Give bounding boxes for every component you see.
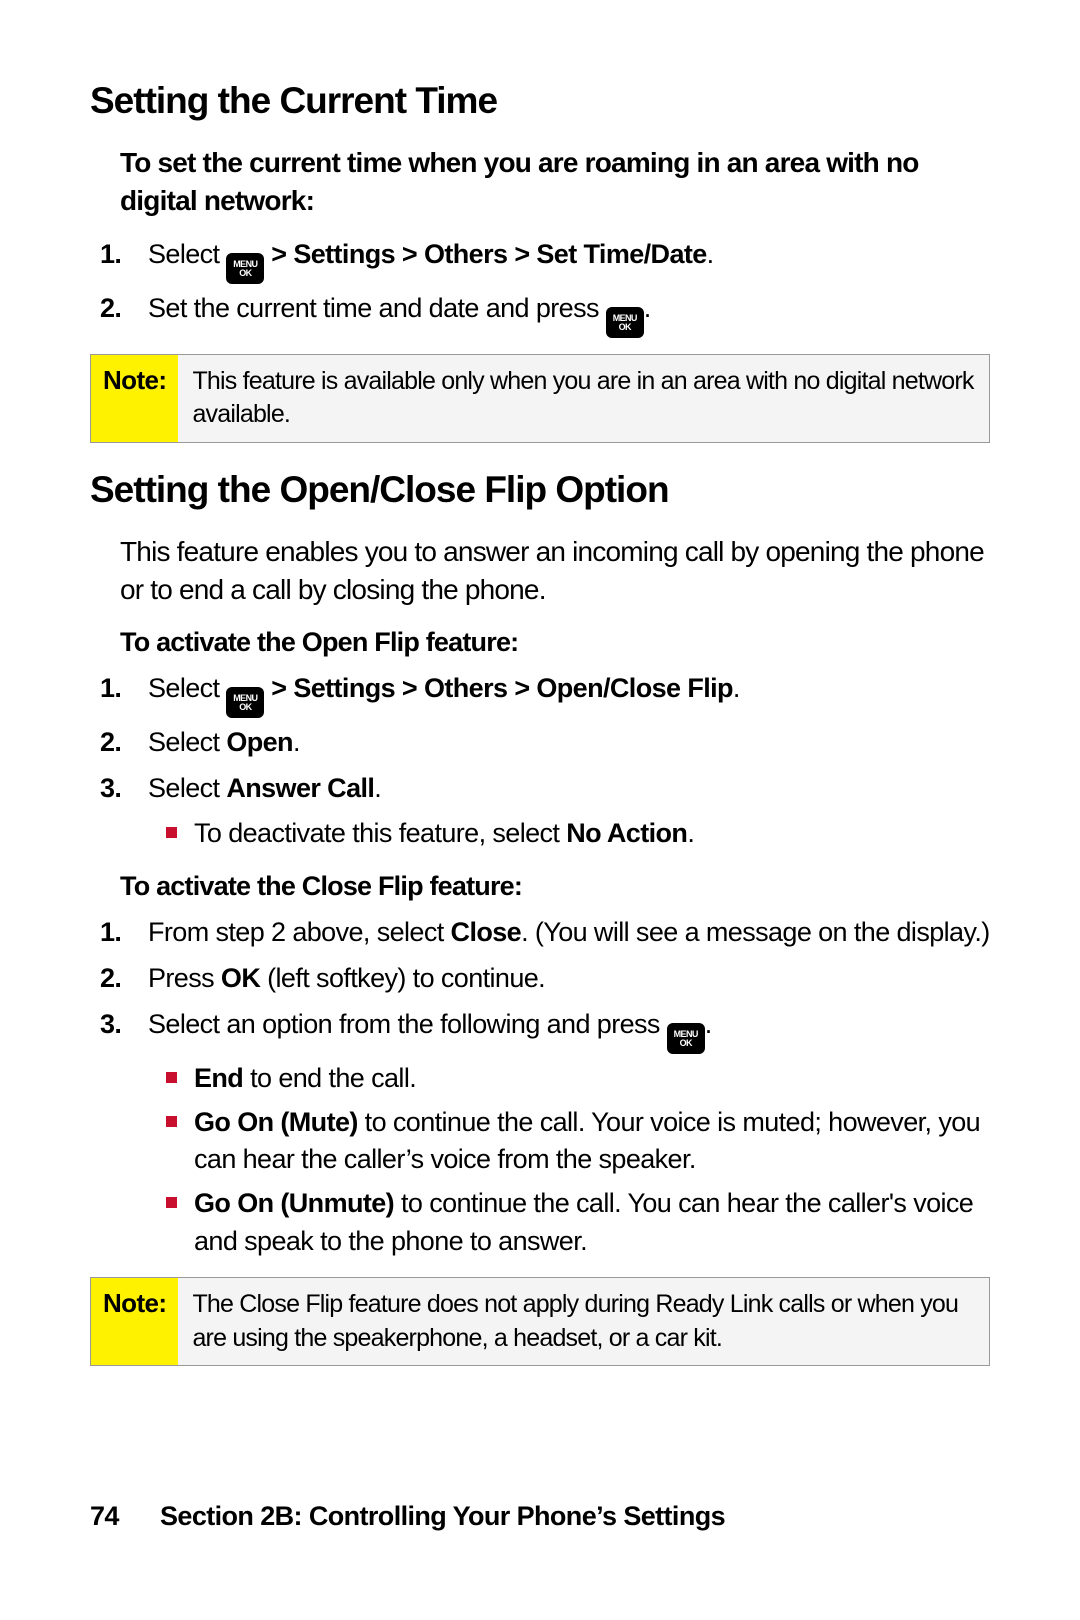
menu-ok-icon: MENUOK <box>667 1023 705 1054</box>
note-text: This feature is available only when you … <box>178 355 989 443</box>
step-item: 3. Select an option from the following a… <box>148 1004 990 1261</box>
intro-flip-option: This feature enables you to answer an in… <box>90 533 990 609</box>
note-label: Note: <box>91 355 178 443</box>
step-text: Set the current time and date and press <box>148 293 606 323</box>
bullet-item: To deactivate this feature, select No Ac… <box>194 815 990 853</box>
sub-bullets: End to end the call. Go On (Mute) to con… <box>148 1060 990 1261</box>
note-label: Note: <box>91 1278 178 1366</box>
menu-ok-icon: MENUOK <box>226 687 264 718</box>
menu-ok-icon: MENUOK <box>606 307 644 338</box>
bullet-item: Go On (Unmute) to continue the call. You… <box>194 1185 990 1261</box>
step-item: 2. Set the current time and date and pre… <box>148 288 990 338</box>
manual-page: Setting the Current Time To set the curr… <box>0 0 1080 1620</box>
note-box: Note: The Close Flip feature does not ap… <box>90 1277 990 1367</box>
footer-title: Section 2B: Controlling Your Phone’s Set… <box>160 1501 725 1531</box>
step-item: 1. From step 2 above, select Close. (You… <box>148 912 990 954</box>
step-path: > Settings > Others > Set Time/Date <box>264 239 706 269</box>
step-item: 2. Select Open. <box>148 722 990 764</box>
step-path: > Settings > Others > Open/Close Flip <box>264 673 733 703</box>
page-footer: 74Section 2B: Controlling Your Phone’s S… <box>90 1501 990 1532</box>
steps-set-time: 1. Select MENUOK > Settings > Others > S… <box>90 234 990 338</box>
sub-bullets: To deactivate this feature, select No Ac… <box>148 815 990 853</box>
bullet-item: Go On (Mute) to continue the call. Your … <box>194 1104 990 1180</box>
steps-open-flip: 1. Select MENUOK > Settings > Others > O… <box>90 668 990 853</box>
page-number: 74 <box>90 1501 160 1532</box>
step-item: 3. Select Answer Call. To deactivate thi… <box>148 768 990 854</box>
subheading-close-flip: To activate the Close Flip feature: <box>90 871 990 902</box>
steps-close-flip: 1. From step 2 above, select Close. (You… <box>90 912 990 1261</box>
menu-ok-icon: MENUOK <box>226 253 264 284</box>
step-item: 1. Select MENUOK > Settings > Others > S… <box>148 234 990 284</box>
heading-set-time: Setting the Current Time <box>90 80 990 122</box>
bullet-item: End to end the call. <box>194 1060 990 1098</box>
note-text: The Close Flip feature does not apply du… <box>178 1278 989 1366</box>
subheading-open-flip: To activate the Open Flip feature: <box>90 627 990 658</box>
step-text: Select <box>148 239 226 269</box>
step-item: 2. Press OK (left softkey) to continue. <box>148 958 990 1000</box>
heading-flip-option: Setting the Open/Close Flip Option <box>90 469 990 511</box>
note-box: Note: This feature is available only whe… <box>90 354 990 444</box>
step-item: 1. Select MENUOK > Settings > Others > O… <box>148 668 990 718</box>
intro-set-time: To set the current time when you are roa… <box>90 144 990 220</box>
